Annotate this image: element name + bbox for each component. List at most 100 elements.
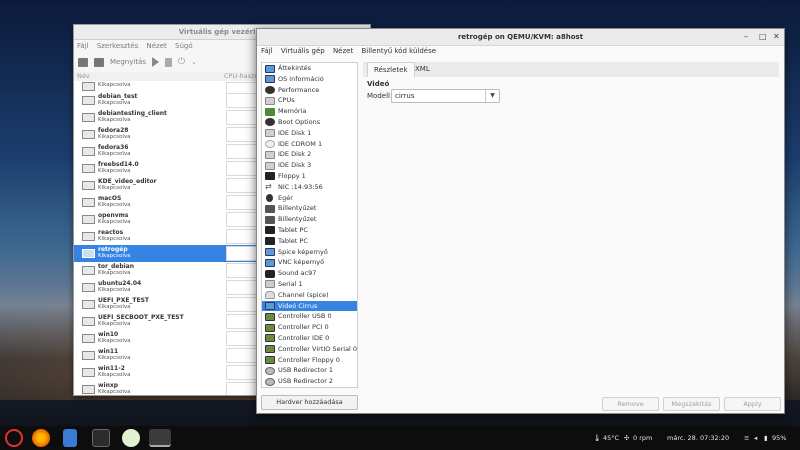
hardware-item[interactable]: Billentyűzet — [262, 203, 357, 214]
tab-xml[interactable]: XML — [409, 62, 436, 77]
usb-icon — [265, 366, 275, 375]
hardware-item[interactable]: Billentyűzet — [262, 214, 357, 225]
firefox-icon[interactable] — [32, 429, 50, 447]
hardware-item[interactable]: USB Redirector 2 — [262, 376, 357, 387]
vm-name: openvms — [98, 212, 129, 219]
chevron-down-icon[interactable]: ▼ — [485, 90, 499, 102]
vm-monitor-icon — [82, 130, 95, 139]
vm-details-window[interactable]: retrogép on QEMU/KVM: a8host – □ ✕ Fájl … — [256, 28, 785, 414]
hardware-item[interactable]: OS információ — [262, 74, 357, 85]
manager-menu-help[interactable]: Súgó — [175, 42, 193, 50]
mon-icon — [265, 302, 275, 311]
apply-button[interactable]: Apply — [724, 397, 781, 411]
volume-icon[interactable]: ◂ — [754, 426, 757, 450]
hardware-label: Channel (spice) — [278, 290, 329, 299]
minimize-icon[interactable]: – — [744, 32, 748, 41]
terminal-icon[interactable] — [92, 429, 110, 447]
hardware-item[interactable]: Sound ac97 — [262, 268, 357, 279]
hardware-label: CPUs — [278, 96, 295, 105]
details-titlebar[interactable]: retrogép on QEMU/KVM: a8host – □ ✕ — [257, 29, 784, 46]
hardware-item[interactable]: Controller USB 0 — [262, 311, 357, 322]
hardware-item[interactable]: Channel (spice) — [262, 290, 357, 301]
vm-status: Kikapcsolva — [98, 100, 131, 106]
hardware-item[interactable]: Serial 1 — [262, 279, 357, 290]
app-icon[interactable] — [122, 429, 140, 447]
hardware-label: Controller PCI 0 — [278, 323, 329, 332]
hardware-item[interactable]: USB Redirector 1 — [262, 365, 357, 376]
vm-cpu-graph — [226, 144, 259, 159]
open-button[interactable]: Megnyitás — [110, 58, 146, 66]
hardware-label: Boot Options — [278, 117, 321, 126]
hardware-item[interactable]: IDE CDROM 1 — [262, 139, 357, 150]
hardware-item[interactable]: Controller VirtIO Serial 0 — [262, 344, 357, 355]
hardware-label: Controller VirtIO Serial 0 — [278, 344, 358, 353]
hardware-item[interactable]: IDE Disk 2 — [262, 149, 357, 160]
vm-cpu-graph — [226, 161, 259, 176]
vm-cpu-graph — [226, 348, 259, 363]
chevron-down-icon[interactable]: ⌄ — [191, 58, 197, 66]
manager-menu-view[interactable]: Nézet — [146, 42, 166, 50]
usb-icon — [265, 377, 275, 386]
details-menu-file[interactable]: Fájl — [261, 47, 273, 55]
network-icon[interactable]: ≡ — [744, 426, 749, 450]
vm-name: KDE_video_editor — [98, 178, 157, 185]
hardware-item[interactable]: Áttekintés — [262, 63, 357, 74]
hardware-item[interactable]: VNC képernyő — [262, 257, 357, 268]
hardware-item[interactable]: Controller Floppy 0 — [262, 355, 357, 366]
hardware-item[interactable]: IDE Disk 3 — [262, 160, 357, 171]
col-cpu[interactable]: CPU-haszn — [224, 72, 259, 81]
details-menu-view[interactable]: Nézet — [333, 47, 353, 55]
hardware-label: USB Redirector 1 — [278, 366, 334, 375]
play-icon[interactable] — [152, 57, 159, 67]
power-icon[interactable]: ⏻ — [178, 57, 185, 67]
details-menu-sendkey[interactable]: Billentyű kód küldése — [361, 47, 436, 55]
hardware-item[interactable]: IDE Disk 1 — [262, 128, 357, 139]
details-menu-vm[interactable]: Virtuális gép — [281, 47, 325, 55]
pause-icon[interactable] — [165, 57, 172, 67]
hardware-item[interactable]: Memória — [262, 106, 357, 117]
vm-name: win11 — [98, 348, 119, 355]
hardware-label: USB Redirector 2 — [278, 377, 334, 386]
hardware-item[interactable]: Controller PCI 0 — [262, 322, 357, 333]
hardware-item[interactable]: Videó Cirrus — [262, 300, 357, 312]
hardware-item[interactable]: Tablet PC — [262, 225, 357, 236]
model-select[interactable]: cirrus ▼ — [391, 89, 500, 103]
add-hardware-button[interactable]: Hardver hozzáadása — [261, 395, 358, 410]
vm-name: debian_test — [98, 93, 138, 100]
cancel-button[interactable]: Megszakítás — [663, 397, 720, 411]
files-icon[interactable] — [63, 429, 77, 447]
vm-status: Kikapcsolva — [98, 151, 131, 157]
hardware-item[interactable]: Egér — [262, 193, 357, 204]
hardware-item[interactable]: Spice képernyő — [262, 247, 357, 258]
hardware-label: Serial 1 — [278, 279, 303, 288]
hardware-item[interactable]: Floppy 1 — [262, 171, 357, 182]
hardware-item[interactable]: Controller IDE 0 — [262, 333, 357, 344]
remove-button[interactable]: Remove — [602, 397, 659, 411]
manager-menu-file[interactable]: Fájl — [77, 42, 89, 50]
battery-icon[interactable]: ▮ — [764, 426, 768, 450]
hardware-label: Egér — [278, 193, 293, 202]
vm-cpu-graph — [226, 263, 259, 278]
hardware-item[interactable]: Tablet PC — [262, 236, 357, 247]
vm-status: Kikapcsolva — [98, 117, 131, 123]
disk-icon — [265, 150, 275, 159]
hardware-item[interactable]: CPUs — [262, 95, 357, 106]
hardware-item[interactable]: Performance — [262, 85, 357, 96]
debian-menu-icon[interactable] — [5, 429, 23, 447]
mouse-icon — [266, 194, 273, 203]
hardware-label: OS információ — [278, 74, 324, 83]
vm-status: Kikapcsolva — [98, 82, 131, 88]
col-name[interactable]: Név — [77, 72, 90, 80]
tab-details[interactable]: Részletek — [367, 62, 415, 77]
hardware-item[interactable]: ⇄ NIC :14:93:56 — [262, 182, 357, 193]
new-vm-icon[interactable] — [78, 57, 88, 67]
manager-menu-edit[interactable]: Szerkesztés — [97, 42, 138, 50]
vm-cpu-graph — [226, 229, 259, 244]
clock[interactable]: márc. 28. 07:32:20 — [667, 426, 729, 450]
virt-manager-taskbar-icon[interactable] — [149, 429, 171, 447]
maximize-icon[interactable]: □ — [759, 32, 767, 41]
hardware-label: IDE CDROM 1 — [278, 139, 323, 148]
hardware-item[interactable]: Boot Options — [262, 117, 357, 128]
close-icon[interactable]: ✕ — [773, 32, 780, 41]
mon-icon — [265, 75, 275, 84]
